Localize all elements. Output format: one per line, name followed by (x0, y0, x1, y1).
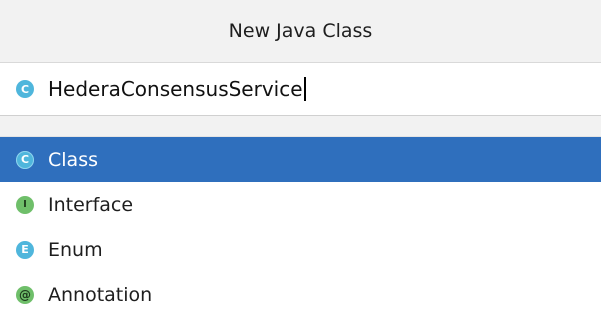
kind-item-class[interactable]: C Class (0, 137, 601, 182)
kind-item-interface[interactable]: I Interface (0, 182, 601, 227)
kind-label: Class (48, 148, 98, 171)
kind-label: Enum (48, 238, 103, 261)
text-caret (303, 77, 306, 101)
class-icon: C (16, 150, 34, 169)
annotation-icon: @ (16, 285, 34, 304)
new-java-class-dialog: New Java Class C HederaConsensusService … (0, 0, 601, 313)
kind-label: Annotation (48, 283, 153, 306)
class-icon: C (16, 80, 34, 98)
enum-icon: E (16, 240, 34, 259)
interface-icon: I (16, 195, 34, 214)
kind-item-enum[interactable]: E Enum (0, 227, 601, 272)
kind-item-annotation[interactable]: @ Annotation (0, 272, 601, 313)
kind-label: Interface (48, 193, 134, 216)
dialog-title-bar: New Java Class (0, 0, 601, 63)
class-kind-list: C Class I Interface E Enum @ Annotation (0, 137, 601, 313)
class-name-value: HederaConsensusService (48, 77, 303, 101)
list-separator (0, 115, 601, 137)
dialog-title: New Java Class (228, 20, 373, 42)
class-name-row[interactable]: C HederaConsensusService (0, 63, 601, 115)
class-name-input[interactable]: HederaConsensusService (48, 77, 306, 101)
